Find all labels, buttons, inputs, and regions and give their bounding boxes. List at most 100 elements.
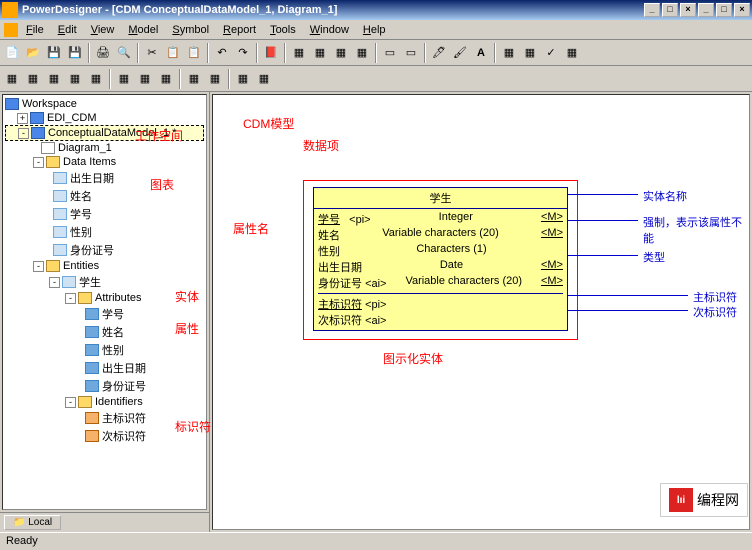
grid-icon[interactable]: ▦ (499, 43, 519, 63)
anno-mandatory: 强制，表示该属性不能 (643, 214, 749, 246)
menu-edit[interactable]: Edit (52, 22, 83, 38)
anno-type: 类型 (643, 249, 665, 265)
tree-ids[interactable]: -Identifiers (5, 395, 204, 409)
preview-icon[interactable]: 🔍 (114, 43, 134, 63)
t2-d-icon[interactable]: ▦ (65, 69, 85, 89)
tool-f-icon[interactable]: ▭ (401, 43, 421, 63)
t2-l-icon[interactable]: ▦ (254, 69, 274, 89)
close-button[interactable]: × (680, 3, 696, 17)
site-logo: lıi 编程网 (660, 483, 748, 517)
t2-e-icon[interactable]: ▦ (86, 69, 106, 89)
doc-maximize-button[interactable]: □ (716, 3, 732, 17)
entity-title: 学生 (314, 188, 567, 209)
tree-di-0[interactable]: 出生日期 (5, 169, 204, 187)
line-mandatory (568, 220, 638, 221)
sidebar: Workspace +EDI_CDM -ConceptualDataModel_… (0, 92, 210, 532)
menu-tools[interactable]: Tools (264, 22, 302, 38)
tool-g-icon[interactable]: 🖊 (429, 43, 449, 63)
gen-icon[interactable]: ▦ (562, 43, 582, 63)
redo-icon[interactable]: ↷ (233, 43, 253, 63)
save-icon[interactable]: 💾 (44, 43, 64, 63)
anno-attr-name: 属性名 (233, 220, 269, 237)
t2-k-icon[interactable]: ▦ (233, 69, 253, 89)
anno-cdm-model: CDM模型 (243, 115, 294, 132)
anno-identifiers: 标识符 (175, 418, 211, 435)
minimize-button[interactable]: _ (644, 3, 660, 17)
tree-dataitems[interactable]: -Data Items (5, 155, 204, 169)
menu-model[interactable]: Model (122, 22, 164, 38)
doc-minimize-button[interactable]: _ (698, 3, 714, 17)
tree-di-2[interactable]: 学号 (5, 205, 204, 223)
title-bar: PowerDesigner - [CDM ConceptualDataModel… (0, 0, 752, 20)
anno-ak: 次标识符 (693, 304, 737, 320)
anno-workspace: 工作空间 (135, 127, 183, 144)
new-icon[interactable]: 📄 (2, 43, 22, 63)
menu-window[interactable]: Window (304, 22, 355, 38)
grid2-icon[interactable]: ▦ (520, 43, 540, 63)
logo-icon: lıi (669, 488, 693, 512)
anno-diagram: 图表 (150, 176, 174, 193)
diagram-canvas[interactable]: CDM模型 数据项 属性名 学生 学号 <pi>Integer<M> 姓名Var… (212, 94, 750, 530)
line-ak (568, 310, 688, 311)
menu-view[interactable]: View (85, 22, 121, 38)
print-icon[interactable]: 🖨 (93, 43, 113, 63)
menu-symbol[interactable]: Symbol (166, 22, 215, 38)
anno-attributes: 属性 (175, 320, 199, 337)
window-title: PowerDesigner - [CDM ConceptualDataModel… (22, 4, 644, 16)
tool-d-icon[interactable]: ▦ (352, 43, 372, 63)
tree-workspace[interactable]: Workspace (5, 97, 204, 111)
entity-attrs: 学号 <pi>Integer<M> 姓名Variable characters … (314, 209, 567, 330)
t2-g-icon[interactable]: ▦ (135, 69, 155, 89)
doc-close-button[interactable]: × (734, 3, 750, 17)
status-bar: Ready (0, 532, 752, 550)
saveall-icon[interactable]: 💾 (65, 43, 85, 63)
t2-i-icon[interactable]: ▦ (184, 69, 204, 89)
toolbar-1: 📄 📂 💾 💾 🖨 🔍 ✂ 📋 📋 ↶ ↷ 📕 ▦ ▦ ▦ ▦ ▭ ▭ 🖊 🖌 … (0, 40, 752, 66)
tool-c-icon[interactable]: ▦ (331, 43, 351, 63)
entity-box[interactable]: 学生 学号 <pi>Integer<M> 姓名Variable characte… (313, 187, 568, 331)
tree-di-3[interactable]: 性别 (5, 223, 204, 241)
tree-attr-4[interactable]: 身份证号 (5, 377, 204, 395)
check-icon[interactable]: ✓ (541, 43, 561, 63)
paste-icon[interactable]: 📋 (184, 43, 204, 63)
anno-entity-graphic: 图示化实体 (383, 350, 443, 367)
tree-di-4[interactable]: 身份证号 (5, 241, 204, 259)
tree-di-1[interactable]: 姓名 (5, 187, 204, 205)
line-entity-name (568, 194, 638, 195)
menu-help[interactable]: Help (357, 22, 392, 38)
t2-f-icon[interactable]: ▦ (114, 69, 134, 89)
t2-c-icon[interactable]: ▦ (44, 69, 64, 89)
anno-entities: 实体 (175, 288, 199, 305)
tab-local[interactable]: 📁 Local (4, 515, 61, 530)
app-icon (2, 2, 18, 18)
open-icon[interactable]: 📂 (23, 43, 43, 63)
book-icon[interactable]: 📕 (261, 43, 281, 63)
anno-data-items: 数据项 (303, 137, 339, 154)
text-icon[interactable]: A (471, 43, 491, 63)
t2-j-icon[interactable]: ▦ (205, 69, 225, 89)
cut-icon[interactable]: ✂ (142, 43, 162, 63)
menu-bar: File Edit View Model Symbol Report Tools… (0, 20, 752, 40)
anno-pk: 主标识符 (693, 289, 737, 305)
tool-h-icon[interactable]: 🖌 (450, 43, 470, 63)
sidebar-tabbar: 📁 Local (0, 512, 209, 532)
tool-b-icon[interactable]: ▦ (310, 43, 330, 63)
tree-edi-cdm[interactable]: +EDI_CDM (5, 111, 204, 125)
line-type (568, 255, 638, 256)
undo-icon[interactable]: ↶ (212, 43, 232, 63)
maximize-button[interactable]: □ (662, 3, 678, 17)
anno-entity-name: 实体名称 (643, 188, 687, 204)
menu-report[interactable]: Report (217, 22, 262, 38)
menu-icon (4, 23, 18, 37)
t2-a-icon[interactable]: ▦ (2, 69, 22, 89)
menu-file[interactable]: File (20, 22, 50, 38)
tree-attr-3[interactable]: 出生日期 (5, 359, 204, 377)
tool-a-icon[interactable]: ▦ (289, 43, 309, 63)
t2-h-icon[interactable]: ▦ (156, 69, 176, 89)
tree-attr-2[interactable]: 性别 (5, 341, 204, 359)
tool-e-icon[interactable]: ▭ (380, 43, 400, 63)
t2-b-icon[interactable]: ▦ (23, 69, 43, 89)
toolbar-2: ▦ ▦ ▦ ▦ ▦ ▦ ▦ ▦ ▦ ▦ ▦ ▦ (0, 66, 752, 92)
copy-icon[interactable]: 📋 (163, 43, 183, 63)
tree-entities[interactable]: -Entities (5, 259, 204, 273)
